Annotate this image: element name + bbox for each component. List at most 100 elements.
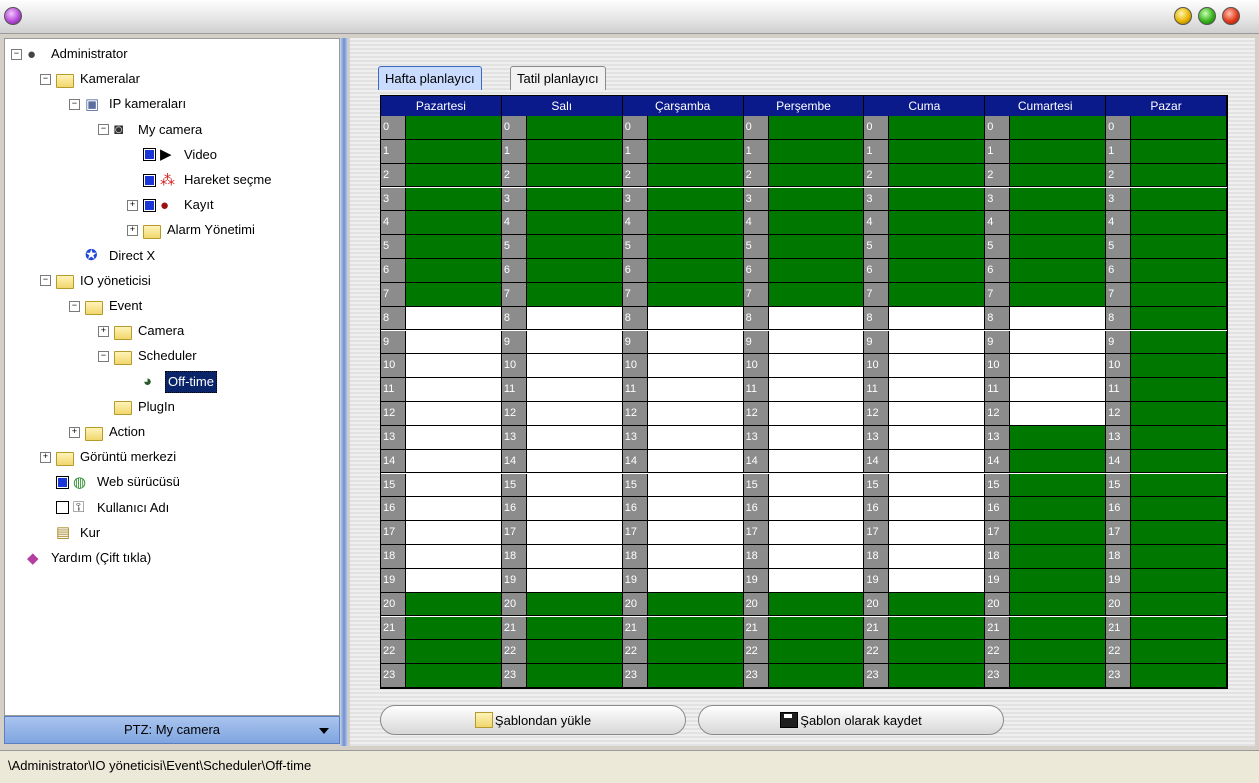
tree-item-plugin[interactable]: PlugIn bbox=[98, 397, 177, 417]
schedule-slot[interactable] bbox=[889, 187, 986, 212]
schedule-slot[interactable] bbox=[1131, 545, 1227, 569]
collapse-icon[interactable]: − bbox=[40, 275, 51, 287]
schedule-slot[interactable] bbox=[1131, 497, 1227, 522]
schedule-slot[interactable] bbox=[647, 640, 744, 665]
schedule-slot[interactable] bbox=[768, 402, 865, 426]
schedule-slot[interactable] bbox=[768, 306, 865, 331]
schedule-slot[interactable] bbox=[1010, 235, 1107, 259]
schedule-slot[interactable] bbox=[1010, 664, 1107, 688]
schedule-slot[interactable] bbox=[406, 163, 502, 188]
schedule-slot[interactable] bbox=[406, 473, 502, 498]
schedule-slot[interactable] bbox=[526, 592, 623, 617]
schedule-slot[interactable] bbox=[1131, 282, 1227, 307]
schedule-slot[interactable] bbox=[526, 545, 623, 569]
schedule-slot[interactable] bbox=[1010, 497, 1107, 522]
schedule-slot[interactable] bbox=[406, 139, 502, 164]
schedule-slot[interactable] bbox=[526, 235, 623, 259]
schedule-slot[interactable] bbox=[526, 211, 623, 236]
schedule-slot[interactable] bbox=[526, 640, 623, 665]
tree-item-mycamera[interactable]: − ◙ My camera bbox=[98, 120, 204, 140]
schedule-slot[interactable] bbox=[1131, 187, 1227, 212]
schedule-slot[interactable] bbox=[647, 354, 744, 379]
schedule-slot[interactable] bbox=[647, 282, 744, 307]
schedule-slot[interactable] bbox=[526, 402, 623, 426]
schedule-slot[interactable] bbox=[889, 402, 986, 426]
schedule-slot[interactable] bbox=[1131, 235, 1227, 259]
tree-item-kur[interactable]: ▤ Kur bbox=[40, 523, 102, 543]
schedule-slot[interactable] bbox=[406, 235, 502, 259]
schedule-slot[interactable] bbox=[1131, 402, 1227, 426]
schedule-slot[interactable] bbox=[1131, 640, 1227, 665]
tree-item-web[interactable]: ◍ Web sürücüsü bbox=[40, 472, 182, 492]
schedule-slot[interactable] bbox=[768, 568, 865, 593]
schedule-slot[interactable] bbox=[1131, 616, 1227, 641]
schedule-slot[interactable] bbox=[406, 306, 502, 331]
schedule-slot[interactable] bbox=[768, 497, 865, 522]
schedule-slot[interactable] bbox=[1131, 163, 1227, 188]
schedule-slot[interactable] bbox=[406, 187, 502, 212]
schedule-slot[interactable] bbox=[647, 545, 744, 569]
schedule-slot[interactable] bbox=[768, 521, 865, 545]
schedule-slot[interactable] bbox=[406, 282, 502, 307]
schedule-slot[interactable] bbox=[647, 497, 744, 522]
schedule-slot[interactable] bbox=[1131, 330, 1227, 355]
schedule-slot[interactable] bbox=[768, 187, 865, 212]
schedule-slot[interactable] bbox=[1131, 306, 1227, 331]
schedule-slot[interactable] bbox=[1010, 211, 1107, 236]
tree-item-kayit[interactable]: + ● Kayıt bbox=[127, 195, 216, 215]
schedule-slot[interactable] bbox=[768, 449, 865, 474]
schedule-slot[interactable] bbox=[1010, 378, 1107, 402]
schedule-slot[interactable] bbox=[406, 449, 502, 474]
schedule-slot[interactable] bbox=[1010, 568, 1107, 593]
schedule-slot[interactable] bbox=[647, 163, 744, 188]
collapse-icon[interactable]: − bbox=[11, 48, 22, 60]
schedule-slot[interactable] bbox=[768, 473, 865, 498]
schedule-slot[interactable] bbox=[768, 259, 865, 283]
minimize-button[interactable] bbox=[1174, 7, 1192, 25]
schedule-slot[interactable] bbox=[1010, 640, 1107, 665]
schedule-slot[interactable] bbox=[647, 306, 744, 331]
collapse-icon[interactable]: − bbox=[98, 124, 109, 136]
schedule-slot[interactable] bbox=[768, 592, 865, 617]
tree-item-video[interactable]: ▶ Video bbox=[127, 145, 219, 165]
schedule-slot[interactable] bbox=[1131, 354, 1227, 379]
schedule-slot[interactable] bbox=[647, 116, 744, 140]
schedule-slot[interactable] bbox=[406, 330, 502, 355]
schedule-slot[interactable] bbox=[1010, 187, 1107, 212]
schedule-slot[interactable] bbox=[406, 378, 502, 402]
tree-item-io[interactable]: − IO yöneticisi bbox=[40, 271, 153, 291]
schedule-slot[interactable] bbox=[768, 211, 865, 236]
schedule-slot[interactable] bbox=[647, 330, 744, 355]
schedule-slot[interactable] bbox=[889, 211, 986, 236]
schedule-slot[interactable] bbox=[1010, 354, 1107, 379]
schedule-slot[interactable] bbox=[768, 664, 865, 688]
tree-item-alarm[interactable]: + Alarm Yönetimi bbox=[127, 220, 257, 240]
schedule-slot[interactable] bbox=[1010, 163, 1107, 188]
schedule-slot[interactable] bbox=[1010, 449, 1107, 474]
tree-item-scheduler[interactable]: − Scheduler bbox=[98, 346, 199, 366]
schedule-slot[interactable] bbox=[889, 497, 986, 522]
schedule-slot[interactable] bbox=[1010, 521, 1107, 545]
schedule-slot[interactable] bbox=[889, 616, 986, 641]
schedule-slot[interactable] bbox=[647, 568, 744, 593]
tree-item-kameralar[interactable]: − Kameralar bbox=[40, 69, 142, 89]
schedule-slot[interactable] bbox=[526, 664, 623, 688]
schedule-slot[interactable] bbox=[406, 211, 502, 236]
schedule-slot[interactable] bbox=[889, 449, 986, 474]
schedule-slot[interactable] bbox=[1131, 116, 1227, 140]
schedule-slot[interactable] bbox=[526, 568, 623, 593]
schedule-slot[interactable] bbox=[768, 116, 865, 140]
schedule-slot[interactable] bbox=[647, 521, 744, 545]
schedule-slot[interactable] bbox=[768, 616, 865, 641]
schedule-slot[interactable] bbox=[647, 473, 744, 498]
tab-holiday-scheduler[interactable]: Tatil planlayıcı bbox=[510, 66, 606, 90]
schedule-slot[interactable] bbox=[1010, 330, 1107, 355]
schedule-slot[interactable] bbox=[889, 473, 986, 498]
schedule-slot[interactable] bbox=[406, 116, 502, 140]
schedule-slot[interactable] bbox=[1131, 211, 1227, 236]
schedule-slot[interactable] bbox=[1131, 568, 1227, 593]
schedule-slot[interactable] bbox=[406, 616, 502, 641]
schedule-slot[interactable] bbox=[889, 592, 986, 617]
ptz-selector[interactable]: PTZ: My camera bbox=[4, 716, 340, 744]
schedule-slot[interactable] bbox=[526, 282, 623, 307]
